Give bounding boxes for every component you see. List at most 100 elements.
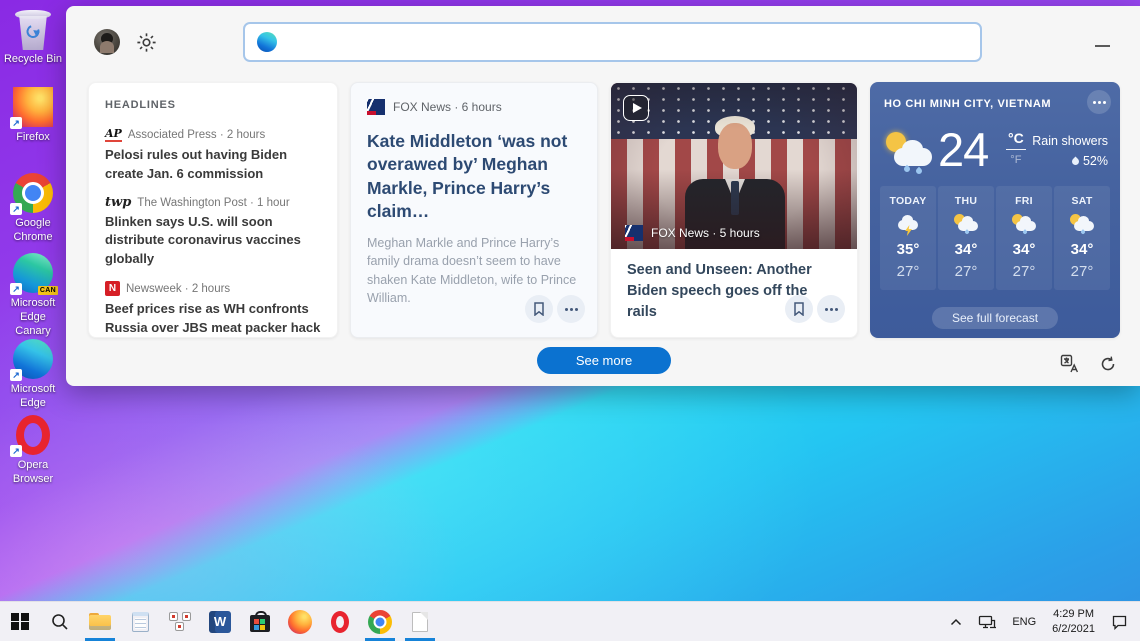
news-search-panel: HEADLINES AP Associated Press · 2 hours …	[66, 6, 1140, 386]
article-card[interactable]: FOX News · 6 hours Kate Middleton ‘was n…	[350, 82, 598, 338]
desktop-icon-firefox[interactable]: ↗ Firefox	[1, 86, 65, 145]
file-explorer-icon	[89, 613, 111, 630]
bookmark-button[interactable]	[785, 295, 813, 323]
see-more-button[interactable]: See more	[537, 347, 671, 374]
refresh-button[interactable]	[1096, 353, 1120, 375]
unit-fahrenheit-toggle[interactable]: °F	[1006, 154, 1026, 166]
tray-network-button[interactable]	[972, 602, 1002, 641]
taskbar: W ENG 4:29 PM 6/2/2021	[0, 601, 1140, 641]
headline-item-1[interactable]: AP Associated Press · 2 hours Pelosi rul…	[105, 128, 321, 183]
refresh-icon	[1099, 355, 1117, 373]
headline-source: The Washington Post · 1 hour	[137, 197, 289, 209]
video-card[interactable]: FOX News · 5 hours Seen and Unseen: Anot…	[610, 82, 858, 338]
network-icon	[978, 614, 996, 630]
weather-condition-icon	[884, 132, 936, 172]
desktop-icon-opera[interactable]: ↗ Opera Browser	[1, 414, 65, 487]
washington-post-logo-icon: twp	[105, 196, 131, 209]
weather-more-options-button[interactable]	[1087, 90, 1111, 114]
taskbar-chrome[interactable]	[360, 602, 400, 641]
taskbar-search-button[interactable]	[40, 602, 80, 641]
article-headline: Kate Middleton ‘was not overawed by’ Meg…	[367, 130, 581, 224]
more-options-button[interactable]	[557, 295, 585, 323]
tray-clock[interactable]: 4:29 PM 6/2/2021	[1046, 602, 1101, 641]
translate-icon	[1060, 354, 1080, 374]
low-temp: 27°	[955, 263, 978, 280]
headline-source: Associated Press · 2 hours	[128, 129, 265, 141]
chevron-up-icon	[950, 618, 962, 626]
gear-icon	[135, 31, 158, 54]
windows-logo-icon	[11, 613, 29, 631]
video-thumbnail[interactable]: FOX News · 5 hours	[611, 83, 857, 249]
sun-rain-icon	[1011, 214, 1037, 234]
high-temp: 34°	[1071, 241, 1094, 258]
taskbar-opera[interactable]	[320, 602, 360, 641]
shortcut-arrow-icon: ↗	[10, 445, 22, 457]
current-temperature: 24	[938, 122, 988, 177]
low-temp: 27°	[897, 263, 920, 280]
desktop-icon-recycle-bin[interactable]: Recycle Bin	[1, 8, 65, 67]
forecast-grid: TODAY 35° 27° THU 34° 27° FRI 34°	[880, 186, 1110, 290]
tray-time: 4:29 PM	[1052, 607, 1095, 621]
recycle-bin-icon	[12, 8, 54, 50]
search-input[interactable]	[287, 24, 980, 60]
profile-avatar[interactable]	[94, 29, 120, 55]
tray-show-hidden-icons[interactable]	[944, 602, 968, 641]
taskbar-microsoft-store[interactable]	[240, 602, 280, 641]
ellipsis-icon	[830, 308, 833, 311]
headline-text: Pelosi rules out having Biden create Jan…	[105, 146, 321, 183]
headline-text: Beef prices rise as WH confronts Russia …	[105, 300, 321, 337]
desktop-icon-google-chrome[interactable]: ↗ Google Chrome	[1, 172, 65, 245]
settings-button[interactable]	[132, 28, 160, 56]
headline-source: Newsweek · 2 hours	[126, 283, 230, 295]
bookmark-icon	[533, 302, 545, 316]
fox-news-logo-icon	[367, 99, 385, 115]
search-bar[interactable]	[243, 22, 982, 62]
weather-location: HO CHI MINH CITY, VIETNAM	[884, 98, 1051, 110]
tray-language-switcher[interactable]: ENG	[1006, 602, 1042, 641]
desktop-wallpaper: Recycle Bin ↗ Firefox ↗ Google Chrome ↗C…	[0, 0, 1140, 641]
taskbar-notepad[interactable]	[120, 602, 160, 641]
edge-icon: ↗	[12, 338, 54, 380]
bookmark-icon	[793, 302, 805, 316]
shortcut-arrow-icon: ↗	[10, 117, 22, 129]
video-source: FOX News · 5 hours	[651, 226, 760, 240]
headlines-title: HEADLINES	[105, 99, 321, 111]
notepad-icon	[132, 612, 149, 632]
play-video-icon	[623, 95, 649, 121]
start-button[interactable]	[0, 602, 40, 641]
more-options-button[interactable]	[817, 295, 845, 323]
desktop-icon-edge-canary[interactable]: ↗CAN Microsoft Edge Canary	[1, 252, 65, 338]
desktop-icon-microsoft-edge[interactable]: ↗ Microsoft Edge	[1, 338, 65, 411]
translate-button[interactable]	[1058, 353, 1082, 375]
tray-action-center-button[interactable]	[1105, 602, 1134, 641]
canary-badge: CAN	[38, 286, 58, 295]
edge-icon	[257, 32, 277, 52]
tray-date: 6/2/2021	[1052, 622, 1095, 636]
chrome-icon	[368, 610, 392, 634]
weather-card: HO CHI MINH CITY, VIETNAM 24 °C °F Rain …	[870, 82, 1120, 338]
precipitation-drop-icon	[1071, 156, 1081, 166]
taskbar-document-app[interactable]	[400, 602, 440, 641]
precipitation-value: 52%	[1083, 154, 1108, 168]
opera-icon	[331, 611, 349, 633]
low-temp: 27°	[1013, 263, 1036, 280]
newsweek-logo-icon: N	[105, 281, 120, 296]
taskbar-input-app[interactable]	[160, 602, 200, 641]
forecast-day: FRI 34° 27°	[996, 186, 1052, 290]
low-temp: 27°	[1071, 263, 1094, 280]
bookmark-button[interactable]	[525, 295, 553, 323]
headline-item-3[interactable]: N Newsweek · 2 hours Beef prices rise as…	[105, 281, 321, 337]
word-icon: W	[209, 611, 231, 633]
desktop-icon-label: Microsoft Edge	[1, 383, 65, 411]
taskbar-word[interactable]: W	[200, 602, 240, 641]
desktop-icon-label: Firefox	[16, 131, 50, 145]
taskbar-file-explorer[interactable]	[80, 602, 120, 641]
keyboard-keys-icon	[168, 612, 192, 631]
headline-item-2[interactable]: twp The Washington Post · 1 hour Blinken…	[105, 196, 321, 268]
minimize-button[interactable]	[1088, 36, 1116, 56]
ellipsis-icon	[1098, 101, 1101, 104]
see-full-forecast-button[interactable]: See full forecast	[932, 307, 1058, 329]
taskbar-firefox[interactable]	[280, 602, 320, 641]
high-temp: 34°	[1013, 241, 1036, 258]
unit-celsius-toggle[interactable]: °C	[1006, 130, 1026, 150]
